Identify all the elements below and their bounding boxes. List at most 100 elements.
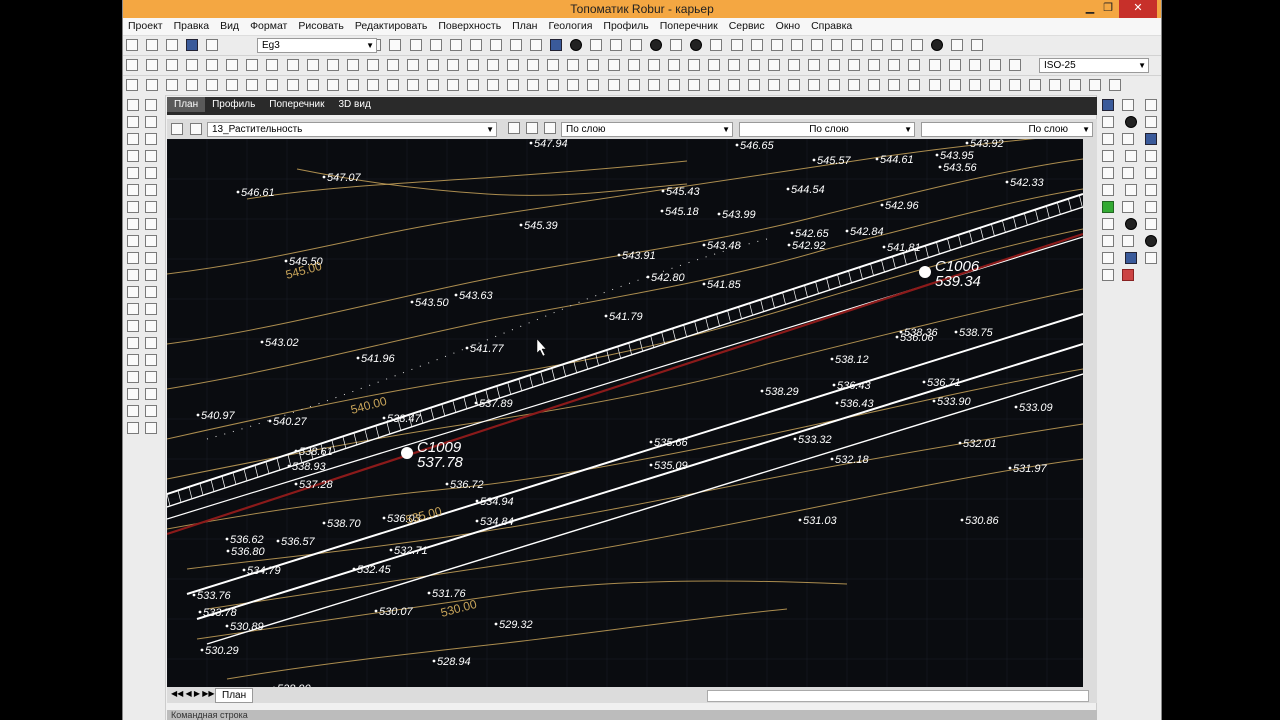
tool-icon-43[interactable] xyxy=(968,59,981,71)
tool-icon-30[interactable] xyxy=(707,59,720,71)
building-icon[interactable] xyxy=(1145,167,1158,179)
label-icon[interactable] xyxy=(1102,269,1114,281)
stretch-icon[interactable] xyxy=(145,269,157,281)
paste-icon[interactable] xyxy=(409,39,422,51)
fill-icon[interactable] xyxy=(650,39,663,51)
swamp-icon[interactable] xyxy=(1122,201,1134,213)
tool-icon-32[interactable] xyxy=(747,59,760,71)
layer-state-icon[interactable] xyxy=(190,123,203,135)
globe-icon[interactable] xyxy=(549,39,562,51)
dim-icon[interactable] xyxy=(127,320,139,332)
lineweight-combo[interactable]: По слою ▼ xyxy=(921,122,1093,137)
area-icon[interactable] xyxy=(145,388,157,400)
settings-icon[interactable] xyxy=(830,39,843,51)
mod-icon-26[interactable] xyxy=(627,79,640,91)
grid-icon-3[interactable] xyxy=(630,39,643,51)
mod-icon-16[interactable] xyxy=(426,79,439,91)
mod-icon-21[interactable] xyxy=(527,79,540,91)
tool-icon-25[interactable] xyxy=(607,59,620,71)
relief-icon[interactable] xyxy=(1102,150,1114,162)
draw-hatch-icon[interactable] xyxy=(127,150,139,162)
mod-icon-41[interactable] xyxy=(928,79,941,91)
page-setup-icon[interactable] xyxy=(126,39,138,51)
point-icon[interactable] xyxy=(570,39,582,51)
tool-icon-44[interactable] xyxy=(988,59,1001,71)
mod-icon-14[interactable] xyxy=(386,79,399,91)
mod-icon-05[interactable] xyxy=(206,79,219,91)
match-icon[interactable] xyxy=(145,422,157,434)
mod-icon-32[interactable] xyxy=(747,79,760,91)
draw-rect-icon[interactable] xyxy=(145,116,157,128)
vertical-scrollbar[interactable] xyxy=(1083,139,1097,687)
save-icon[interactable] xyxy=(186,39,199,51)
draw-spline-icon[interactable] xyxy=(145,133,157,145)
frame-icon[interactable] xyxy=(790,39,803,51)
mod-icon-31[interactable] xyxy=(727,79,740,91)
tool-icon-17[interactable] xyxy=(447,59,459,71)
rotate-icon[interactable] xyxy=(145,167,157,179)
grid-icon[interactable] xyxy=(590,39,603,51)
mod-icon-03[interactable] xyxy=(166,79,179,91)
block-icon[interactable] xyxy=(127,337,139,349)
menu-item[interactable]: План xyxy=(507,18,543,32)
menu-item[interactable]: Окно xyxy=(771,18,806,32)
tool-icon-42[interactable] xyxy=(948,59,961,71)
tool-icon-19[interactable] xyxy=(487,59,500,71)
mod-icon-08[interactable] xyxy=(266,79,279,91)
slope-icon[interactable] xyxy=(1102,133,1114,145)
mod-icon-19[interactable] xyxy=(487,79,500,91)
tool-icon-07[interactable] xyxy=(246,59,259,71)
tool-icon-27[interactable] xyxy=(647,59,660,71)
menu-item[interactable]: Поверхность xyxy=(433,18,507,32)
list-icon[interactable] xyxy=(127,405,139,417)
mod-icon-50[interactable] xyxy=(1109,79,1122,91)
mod-icon-44[interactable] xyxy=(988,79,1001,91)
mod-icon-27[interactable] xyxy=(647,79,660,91)
mod-icon-18[interactable] xyxy=(467,79,480,91)
tool-icon-29[interactable] xyxy=(687,59,700,71)
mirror-icon[interactable] xyxy=(145,184,157,196)
tool-icon-34[interactable] xyxy=(788,59,801,71)
chamfer-icon[interactable] xyxy=(127,235,139,247)
mod-icon-11[interactable] xyxy=(326,79,339,91)
tree-icon-2[interactable] xyxy=(931,39,944,51)
tool-icon-39[interactable] xyxy=(888,59,901,71)
mod-icon-42[interactable] xyxy=(948,79,961,91)
sheet-nav-icon[interactable]: ◀◀ ◀ ▶ ▶▶ xyxy=(171,689,215,698)
draw-polyline-icon[interactable] xyxy=(145,99,157,111)
grid-icon-2[interactable] xyxy=(610,39,623,51)
tool-icon-21[interactable] xyxy=(527,59,540,71)
line-icon[interactable] xyxy=(750,39,763,51)
tree-icon[interactable] xyxy=(911,39,924,51)
tool-icon-28[interactable] xyxy=(667,59,680,71)
lamp-icon[interactable] xyxy=(1145,235,1158,247)
tool-icon-33[interactable] xyxy=(768,59,780,71)
layer-match-icon[interactable] xyxy=(526,122,538,134)
tool-icon-03[interactable] xyxy=(166,59,179,71)
mod-icon-34[interactable] xyxy=(788,79,801,91)
ortho-icon[interactable] xyxy=(145,354,157,366)
mod-icon-45[interactable] xyxy=(1008,79,1021,91)
tool-icon-13[interactable] xyxy=(366,59,379,71)
arc-icon[interactable] xyxy=(710,39,723,51)
fillet-icon[interactable] xyxy=(145,218,157,230)
triangulate-icon[interactable] xyxy=(1122,99,1134,111)
mod-icon-49[interactable] xyxy=(1089,79,1101,91)
layer-iso-icon[interactable] xyxy=(544,122,556,134)
mod-icon-48[interactable] xyxy=(1068,79,1081,91)
id-icon[interactable] xyxy=(145,405,157,417)
bush-icon[interactable] xyxy=(1145,150,1158,162)
benchmark-icon[interactable] xyxy=(1145,218,1158,230)
measure-icon[interactable] xyxy=(127,388,139,400)
tool-icon-22[interactable] xyxy=(547,59,560,71)
array-icon[interactable] xyxy=(127,269,139,281)
arc-icon-2[interactable] xyxy=(730,39,743,51)
tool-icon-16[interactable] xyxy=(426,59,439,71)
tool-icon-08[interactable] xyxy=(266,59,279,71)
lake-icon[interactable] xyxy=(1125,252,1138,264)
mod-icon-25[interactable] xyxy=(607,79,620,91)
breakline-icon[interactable] xyxy=(1102,116,1114,128)
mast-icon[interactable] xyxy=(1102,252,1114,264)
well-icon[interactable] xyxy=(1125,218,1138,230)
tool-icon-40[interactable] xyxy=(908,59,921,71)
